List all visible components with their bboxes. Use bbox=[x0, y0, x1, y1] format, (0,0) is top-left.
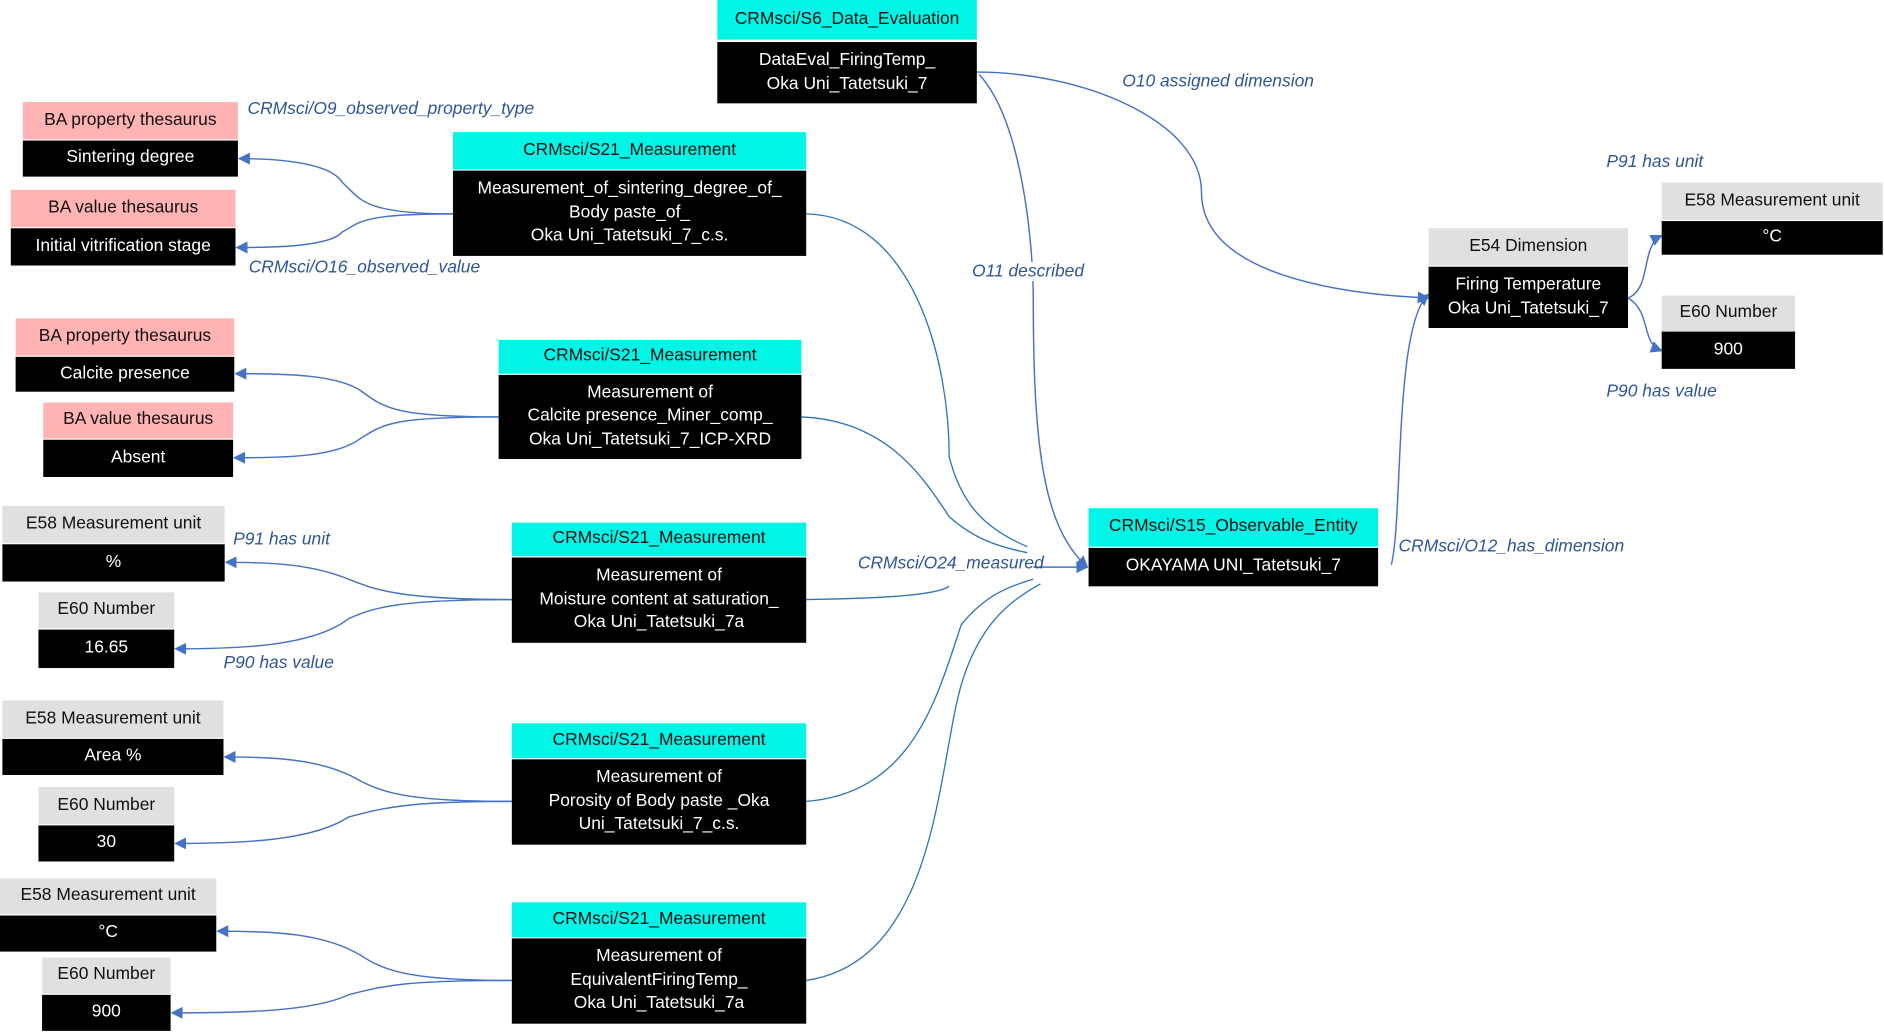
measurement-class: CRMsci/S21_Measurement bbox=[498, 340, 802, 374]
number-node[interactable]: 30 bbox=[38, 825, 175, 862]
edge-o16-1 bbox=[235, 213, 453, 254]
observable-entity-class: CRMsci/S15_Observable_Entity bbox=[1088, 508, 1379, 547]
unit-node[interactable]: Area % bbox=[2, 738, 224, 775]
number-class: E60 Number bbox=[42, 957, 171, 994]
node-line: Measurement of bbox=[596, 768, 722, 788]
edge-o24-5 bbox=[806, 583, 1041, 982]
edges bbox=[170, 71, 1663, 1019]
edge-p91-right bbox=[1627, 234, 1663, 299]
unit-class: E58 Measurement unit bbox=[2, 505, 225, 544]
edge-label-p90-right: P90 has value bbox=[1606, 382, 1717, 402]
measurement-node[interactable]: Measurement of Porosity of Body paste _Ok… bbox=[511, 759, 807, 845]
edge-p91-5 bbox=[216, 925, 512, 982]
value-node[interactable]: Absent bbox=[43, 439, 234, 477]
edge-p90-5 bbox=[170, 979, 512, 1019]
thesaurus-class: BA value thesaurus bbox=[43, 402, 234, 439]
number-class: E60 Number bbox=[38, 592, 175, 629]
edge-label-p91-right: P91 has unit bbox=[1606, 152, 1704, 172]
thesaurus-class: BA value thesaurus bbox=[10, 189, 236, 228]
node-line: Oka Uni_Tatetsuki_7a bbox=[573, 613, 745, 633]
node-line: Measurement of bbox=[596, 566, 722, 586]
edge-label-p90: P90 has value bbox=[223, 653, 334, 673]
node-line: Oka Uni_Tatetsuki_7 bbox=[1447, 298, 1609, 318]
edge-label-o10: O10 assigned dimension bbox=[1122, 72, 1314, 92]
measurement-class: CRMsci/S21_Measurement bbox=[511, 723, 807, 759]
measurement-node[interactable]: Measurement_of_sintering_degree_of_ Body … bbox=[452, 170, 807, 256]
node-line: Measurement of bbox=[587, 382, 713, 403]
number-class: E60 Number bbox=[38, 786, 175, 825]
thesaurus-class: BA property thesaurus bbox=[22, 102, 238, 140]
unit-node[interactable]: °C bbox=[1661, 221, 1883, 255]
unit-class: E58 Measurement unit bbox=[0, 878, 217, 915]
node-line: Firing Temperature bbox=[1455, 275, 1602, 295]
edge-o24-2 bbox=[801, 416, 1028, 554]
node-line: DataEval_FiringTemp_ bbox=[758, 50, 936, 70]
node-line: Measurement of bbox=[596, 947, 722, 967]
number-class: E60 Number bbox=[1661, 295, 1796, 332]
node-line: Porosity of Body paste _Oka bbox=[548, 791, 770, 811]
data-evaluation-node[interactable]: DataEval_FiringTemp_ Oka Uni_Tatetsuki_7 bbox=[717, 42, 977, 104]
edge-p90-4 bbox=[174, 800, 512, 850]
node-line: Calcite presence_Miner_comp_ bbox=[527, 406, 773, 426]
node-line: Oka Uni_Tatetsuki_7a bbox=[573, 993, 745, 1014]
edge-p90-3 bbox=[174, 598, 512, 655]
dimension-node[interactable]: Firing Temperature Oka Uni_Tatetsuki_7 bbox=[1428, 266, 1629, 329]
unit-class: E58 Measurement unit bbox=[2, 700, 224, 738]
property-node[interactable]: Calcite presence bbox=[15, 356, 235, 392]
edge-label-o11: O11 described bbox=[972, 261, 1085, 282]
measurement-class: CRMsci/S21_Measurement bbox=[511, 902, 807, 938]
node-line: Oka Uni_Tatetsuki_7_ICP-XRD bbox=[528, 429, 772, 450]
number-node[interactable]: 900 bbox=[42, 994, 171, 1031]
edge-label-o24: CRMsci/O24_measured bbox=[857, 553, 1044, 574]
measurement-node[interactable]: Measurement of EquivalentFiringTemp_ Oka U… bbox=[511, 938, 807, 1024]
number-node[interactable]: 16.65 bbox=[38, 629, 175, 669]
node-line: Measurement_of_sintering_degree_of_ bbox=[477, 179, 782, 199]
node-line: EquivalentFiringTemp_ bbox=[570, 970, 748, 990]
edge-p91-3 bbox=[224, 556, 512, 601]
measurement-class: CRMsci/S21_Measurement bbox=[511, 522, 807, 557]
dimension-class: E54 Dimension bbox=[1428, 228, 1629, 266]
edge-o16-2 bbox=[233, 416, 499, 464]
thesaurus-class: BA property thesaurus bbox=[15, 318, 235, 356]
edge-o9-1 bbox=[237, 152, 453, 215]
unit-class: E58 Measurement unit bbox=[1661, 182, 1883, 220]
edge-o24-3 bbox=[806, 585, 950, 601]
edge-p90-right bbox=[1627, 297, 1663, 353]
measurement-node[interactable]: Measurement of Calcite presence_Miner_com… bbox=[498, 374, 802, 459]
edge-label-p91: P91 has unit bbox=[233, 529, 330, 550]
edge-o9-2 bbox=[234, 367, 499, 418]
observable-entity-node[interactable]: OKAYAMA UNI_Tatetsuki_7 bbox=[1088, 547, 1379, 587]
data-evaluation-class: CRMsci/S6_Data_Evaluation bbox=[717, 0, 977, 40]
measurement-class: CRMsci/S21_Measurement bbox=[452, 132, 807, 170]
edge-o12 bbox=[1390, 293, 1430, 565]
measurement-node[interactable]: Measurement of Moisture content at satura… bbox=[511, 557, 807, 643]
edge-o24-4 bbox=[806, 578, 1034, 803]
unit-node[interactable]: % bbox=[2, 544, 225, 582]
node-line: Moisture content at saturation_ bbox=[539, 589, 779, 609]
edge-label-o9: CRMsci/O9_observed_property_type bbox=[247, 99, 535, 119]
edge-label-o12: CRMsci/O12_has_dimension bbox=[1398, 537, 1625, 557]
edge-p91-4 bbox=[223, 750, 512, 803]
node-line: Oka Uni_Tatetsuki_7_c.s. bbox=[530, 226, 729, 246]
node-line: Uni_Tatetsuki_7_c.s. bbox=[578, 814, 740, 835]
property-node[interactable]: Sintering degree bbox=[22, 140, 238, 177]
edge-o11 bbox=[978, 74, 1089, 568]
value-node[interactable]: Initial vitrification stage bbox=[10, 228, 236, 266]
number-node[interactable]: 900 bbox=[1661, 331, 1796, 369]
diagram: CRMsci/S6_Data_Evaluation DataEval_Firin… bbox=[0, 0, 1884, 1032]
node-line: Body paste_of_ bbox=[569, 202, 691, 222]
unit-node[interactable]: °C bbox=[0, 915, 217, 952]
edge-label-o16: CRMsci/O16_observed_value bbox=[248, 258, 481, 278]
node-line: Oka Uni_Tatetsuki_7 bbox=[766, 73, 928, 94]
